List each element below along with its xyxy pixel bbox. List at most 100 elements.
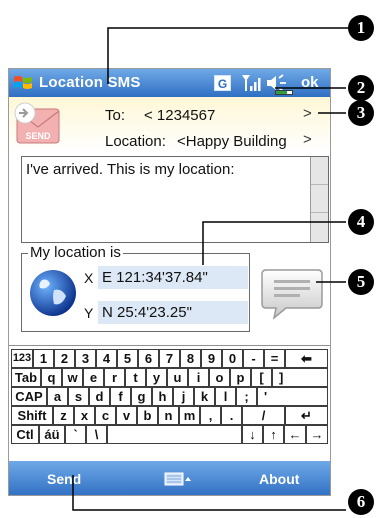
key-k[interactable]: k <box>194 387 215 406</box>
windows-flag-icon[interactable] <box>12 72 34 94</box>
key-d[interactable]: d <box>89 387 110 406</box>
key-v[interactable]: v <box>116 406 137 425</box>
send-softkey[interactable]: Send <box>47 471 81 487</box>
scroll-down-button[interactable] <box>311 213 328 242</box>
key-shift[interactable]: Shift <box>11 406 53 425</box>
key-comma[interactable]: , <box>200 406 221 425</box>
key-ctrl[interactable]: Ctl <box>11 425 39 444</box>
scroll-up-button[interactable] <box>311 157 328 185</box>
ok-button[interactable]: ok <box>301 74 319 91</box>
callout-3: 3 <box>348 100 374 126</box>
address-area: SEND To: < 1234567 > Location: <Happy Bu… <box>9 97 330 152</box>
about-softkey[interactable]: About <box>259 471 299 487</box>
key-m[interactable]: m <box>179 406 200 425</box>
scroll-track[interactable] <box>311 185 328 213</box>
callout-6: 6 <box>348 489 374 515</box>
callout-4: 4 <box>348 209 374 235</box>
key-5[interactable]: 5 <box>117 349 138 368</box>
key-close-bracket[interactable]: ] <box>272 368 328 387</box>
key-h[interactable]: h <box>152 387 173 406</box>
callout-1: 1 <box>348 15 374 41</box>
key-o[interactable]: o <box>209 368 230 387</box>
send-icon-text: SEND <box>25 131 51 141</box>
to-recipient-field[interactable]: < 1234567 <box>144 107 215 124</box>
battery-icon <box>275 90 293 95</box>
bottom-menu-bar: Send About <box>9 461 330 495</box>
my-location-group: My location is X E 121:34'37.84" Y N 25:… <box>21 244 250 332</box>
key-q[interactable]: q <box>41 368 62 387</box>
key-minus[interactable]: - <box>243 349 264 368</box>
key-9[interactable]: 9 <box>201 349 222 368</box>
y-coordinate-label: Y <box>84 305 94 321</box>
location-label: Location: <box>105 133 166 150</box>
key-tab[interactable]: Tab <box>11 368 41 387</box>
callout-5: 5 <box>348 269 374 295</box>
location-field[interactable]: <Happy Building <box>177 133 287 150</box>
key-z[interactable]: z <box>53 406 74 425</box>
key-equals[interactable]: = <box>264 349 285 368</box>
key-7[interactable]: 7 <box>159 349 180 368</box>
keyboard-toggle-icon[interactable] <box>164 470 192 488</box>
key-j[interactable]: j <box>173 387 194 406</box>
key-backspace[interactable]: ⬅ <box>285 349 328 368</box>
signal-icon[interactable] <box>240 73 262 93</box>
key-backtick[interactable]: ` <box>65 425 86 444</box>
globe-icon[interactable] <box>28 268 78 318</box>
key-space[interactable] <box>107 425 242 444</box>
key-x[interactable]: x <box>74 406 95 425</box>
key-6[interactable]: 6 <box>138 349 159 368</box>
key-u[interactable]: u <box>167 368 188 387</box>
key-1[interactable]: 1 <box>33 349 54 368</box>
device-screen: Location SMS G ok SEND To: < 1234567 > L… <box>8 68 331 496</box>
key-e[interactable]: e <box>83 368 104 387</box>
key-g[interactable]: g <box>131 387 152 406</box>
key-semicolon[interactable]: ; <box>236 387 257 406</box>
key-w[interactable]: w <box>62 368 83 387</box>
key-s[interactable]: s <box>68 387 89 406</box>
message-textarea[interactable]: I've arrived. This is my location: <box>21 156 329 243</box>
key-a[interactable]: a <box>47 387 68 406</box>
key-period[interactable]: . <box>221 406 242 425</box>
x-coordinate-value: E 121:34'37.84" <box>98 266 248 289</box>
key-8[interactable]: 8 <box>180 349 201 368</box>
location-arrow-button[interactable]: > <box>303 131 312 148</box>
key-open-bracket[interactable]: [ <box>251 368 272 387</box>
key-arrow-up[interactable]: ↑ <box>263 425 284 444</box>
key-y[interactable]: y <box>146 368 167 387</box>
key-l[interactable]: l <box>215 387 236 406</box>
key-0[interactable]: 0 <box>222 349 243 368</box>
message-scrollbar[interactable] <box>310 157 328 242</box>
message-text: I've arrived. This is my location: <box>26 161 235 178</box>
key-123[interactable]: 123 <box>11 349 33 368</box>
key-arrow-left[interactable]: ← <box>284 425 306 444</box>
my-location-title: My location is <box>28 244 123 261</box>
key-n[interactable]: n <box>158 406 179 425</box>
key-i[interactable]: i <box>188 368 209 387</box>
key-b[interactable]: b <box>137 406 158 425</box>
speech-bubble-icon[interactable] <box>260 266 324 322</box>
key-2[interactable]: 2 <box>54 349 75 368</box>
key-f[interactable]: f <box>110 387 131 406</box>
key-international[interactable]: áü <box>39 425 65 444</box>
app-title: Location SMS <box>39 74 141 91</box>
send-envelope-icon[interactable]: SEND <box>11 101 63 147</box>
to-arrow-button[interactable]: > <box>303 105 312 122</box>
key-r[interactable]: r <box>104 368 125 387</box>
key-quote[interactable]: ' <box>257 387 328 406</box>
key-caps[interactable]: CAP <box>11 387 47 406</box>
key-4[interactable]: 4 <box>96 349 117 368</box>
key-enter[interactable]: ↵ <box>285 406 328 425</box>
key-arrow-down[interactable]: ↓ <box>242 425 263 444</box>
to-label: To: <box>105 107 126 124</box>
key-slash[interactable]: / <box>242 406 285 425</box>
key-3[interactable]: 3 <box>75 349 96 368</box>
gprs-status-badge[interactable]: G <box>214 75 231 91</box>
key-c[interactable]: c <box>95 406 116 425</box>
y-coordinate-value: N 25:4'23.25" <box>98 301 248 324</box>
title-bar: Location SMS G ok <box>9 69 330 97</box>
key-backslash[interactable]: \ <box>86 425 107 444</box>
key-arrow-right[interactable]: → <box>306 425 328 444</box>
key-t[interactable]: t <box>125 368 146 387</box>
key-p[interactable]: p <box>230 368 251 387</box>
callout-2: 2 <box>348 75 374 101</box>
